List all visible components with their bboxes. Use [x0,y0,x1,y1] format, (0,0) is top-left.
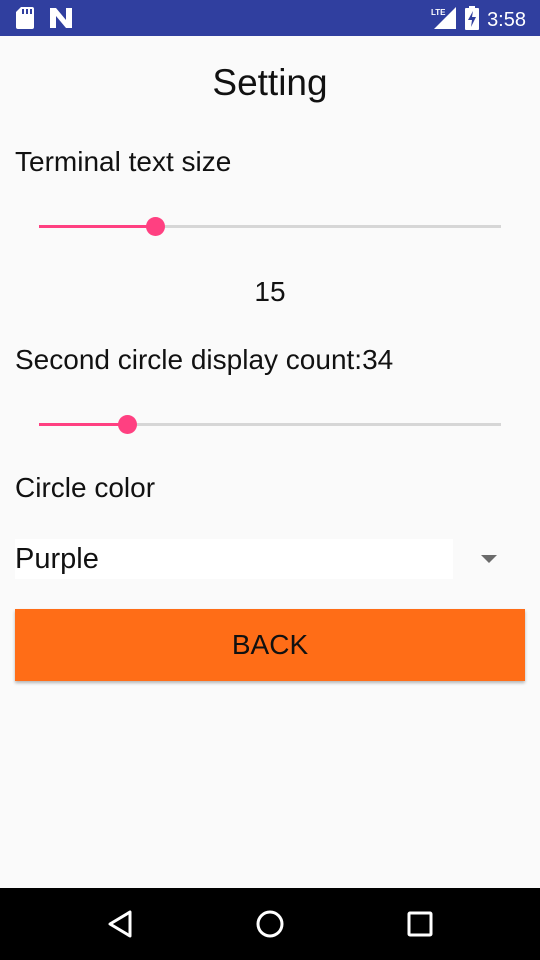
navigation-bar [0,888,540,960]
page-title: Setting [212,62,328,103]
back-button[interactable]: BACK [15,609,525,681]
lte-signal-icon: LTE [431,6,457,35]
spinner-selected-value: Purple [15,543,99,575]
status-clock: 3:58 [487,9,526,31]
second-circle-count-label: Second circle display count:34 [15,344,394,375]
slider-thumb[interactable] [145,217,165,236]
dropdown-arrow-icon[interactable] [481,555,497,563]
slider-fill [39,225,155,228]
second-circle-count-slider[interactable] [39,410,501,438]
circle-color-label: Circle color [15,472,156,503]
slider-fill [39,423,127,426]
battery-charging-icon [465,6,480,35]
status-bar: LTE 3:58 [0,0,540,36]
n-logo-icon [50,8,72,33]
home-circle-icon[interactable] [254,908,286,940]
recents-square-icon[interactable] [404,908,436,940]
terminal-text-size-label: Terminal text size [15,146,232,177]
circle-color-spinner[interactable]: Purple [15,539,453,579]
settings-content: Setting Terminal text size 15 Second cir… [0,36,540,888]
svg-text:LTE: LTE [431,8,446,17]
sd-card-icon [16,7,34,34]
terminal-text-size-value: 15 [254,276,286,307]
terminal-text-size-slider[interactable] [39,212,501,240]
back-triangle-icon[interactable] [104,908,136,940]
slider-thumb[interactable] [117,415,137,434]
